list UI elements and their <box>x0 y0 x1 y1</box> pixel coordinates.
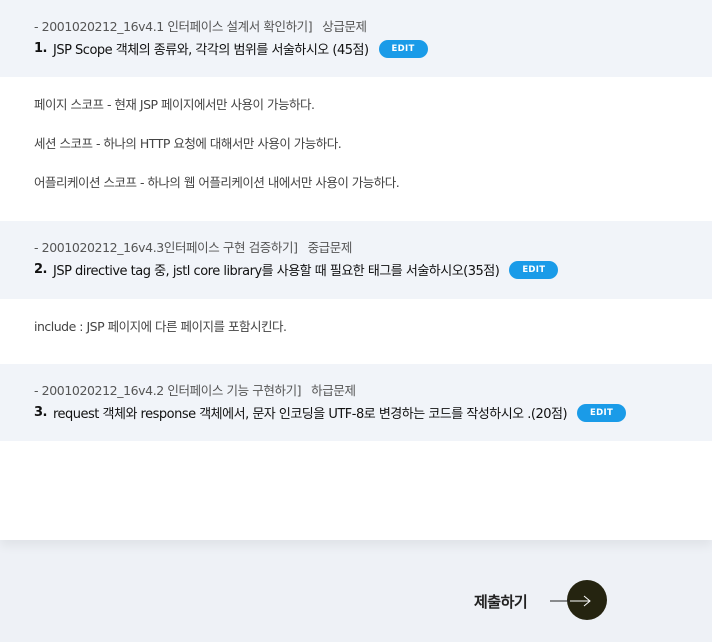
arrow-right-icon <box>550 595 591 607</box>
question-text: JSP directive tag 중, jstl core library를 … <box>52 264 500 279</box>
question-3-meta: - 2001020212_16v4.2 인터페이스 기능 구현하기] 하급문제 <box>34 380 356 399</box>
question-text: request 객체와 response 객체에서, 문자 인코딩을 UTF-8… <box>52 407 568 422</box>
edit-button[interactable]: EDIT <box>577 403 627 422</box>
question-3-title: 3. request 객체와 response 객체에서, 문자 인코딩을 UT… <box>34 403 627 422</box>
question-number: 2. <box>34 262 47 277</box>
question-2-title: 2. JSP directive tag 중, jstl core librar… <box>34 260 559 279</box>
question-text: JSP Scope 객체의 종류와, 각각의 범위를 서술하시오 (45점) <box>52 43 369 58</box>
question-1-header: - 2001020212_16v4.1 인터페이스 설계서 확인하기] 상급문제 … <box>0 0 712 77</box>
edit-button[interactable]: EDIT <box>509 260 559 279</box>
question-1-title: 1. JSP Scope 객체의 종류와, 각각의 범위를 서술하시오 (45점… <box>34 39 428 58</box>
difficulty-level: 중급문제 <box>307 240 353 255</box>
edit-button[interactable]: EDIT <box>378 39 428 58</box>
question-meta-text: - 2001020212_16v4.2 인터페이스 기능 구현하기] <box>34 383 302 398</box>
answer-line: 페이지 스코프 - 현재 JSP 페이지에서만 사용이 가능하다. <box>34 97 315 112</box>
question-number: 3. <box>34 405 47 420</box>
difficulty-level: 하급문제 <box>311 383 356 398</box>
answer-line: include : JSP 페이지에 다른 페이지를 포함시킨다. <box>34 319 287 334</box>
question-3-header: - 2001020212_16v4.2 인터페이스 기능 구현하기] 하급문제 3… <box>0 364 712 441</box>
question-2-meta: - 2001020212_16v4.3인터페이스 구현 검증하기] 중급문제 <box>34 237 352 256</box>
question-1-meta: - 2001020212_16v4.1 인터페이스 설계서 확인하기] 상급문제 <box>34 16 367 35</box>
difficulty-level: 상급문제 <box>322 19 367 34</box>
answer-line: 세션 스코프 - 하나의 HTTP 요청에 대해서만 사용이 가능하다. <box>34 136 342 151</box>
question-meta-text: - 2001020212_16v4.1 인터페이스 설계서 확인하기] <box>34 19 313 34</box>
question-2-header: - 2001020212_16v4.3인터페이스 구현 검증하기] 중급문제 2.… <box>0 221 712 299</box>
quiz-card: - 2001020212_16v4.1 인터페이스 설계서 확인하기] 상급문제 … <box>0 0 712 540</box>
question-meta-text: - 2001020212_16v4.3인터페이스 구현 검증하기] <box>34 240 298 255</box>
question-number: 1. <box>34 41 47 56</box>
submit-label[interactable]: 제출하기 <box>474 591 528 612</box>
answer-line: 어플리케이션 스코프 - 하나의 웹 어플리케이션 내에서만 사용이 가능하다. <box>34 175 400 190</box>
